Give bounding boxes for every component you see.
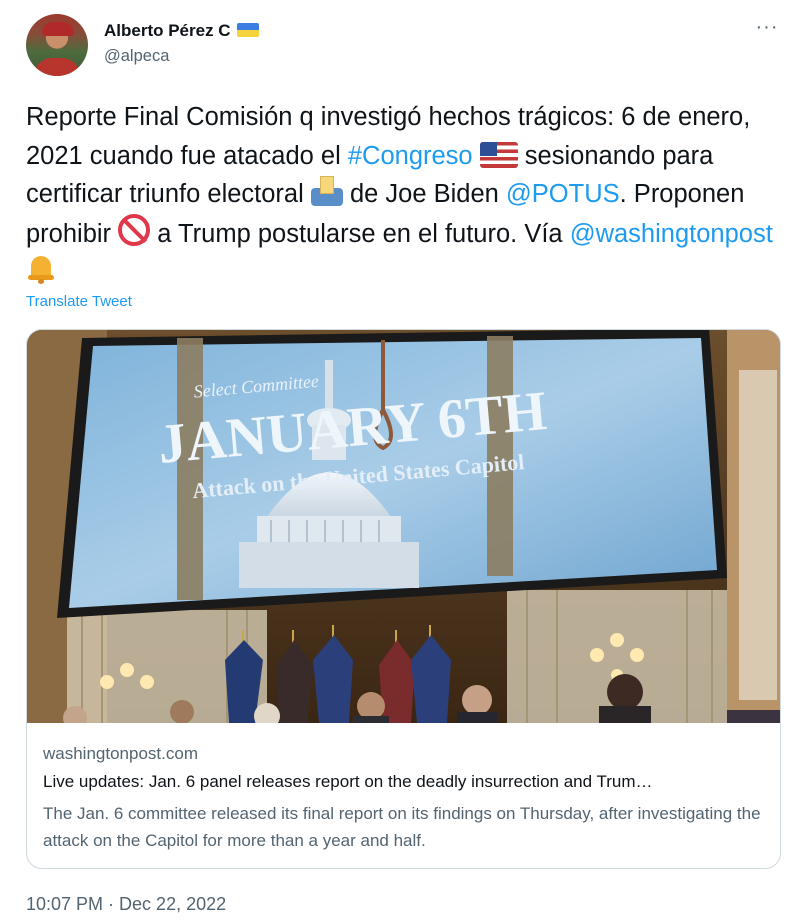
tweet-text-part: de Joe Biden — [342, 180, 506, 208]
mention-potus-link[interactable]: @POTUS — [506, 180, 620, 208]
mention-washingtonpost-link[interactable]: @washingtonpost — [570, 220, 773, 248]
link-card[interactable]: Select Committee JANUARY 6TH Attack on t… — [26, 329, 781, 869]
tweet-text: Reporte Final Comisión q investigó hecho… — [26, 98, 778, 292]
tweet-text-part: a Trump postularse en el futuro. Vía — [150, 219, 570, 248]
avatar[interactable] — [26, 14, 88, 76]
card-domain: washingtonpost.com — [43, 744, 198, 763]
cap-shape — [42, 22, 74, 36]
ukraine-flag-icon — [236, 23, 259, 37]
ellipsis-icon: ··· — [755, 16, 779, 38]
hashtag-congreso-link[interactable]: #Congreso — [348, 142, 473, 170]
author-name-text: Alberto Pérez C — [104, 21, 231, 40]
ballot-box-icon — [310, 176, 343, 206]
shirt-shape — [34, 58, 80, 76]
bell-icon — [26, 254, 56, 284]
card-image[interactable]: Select Committee JANUARY 6TH Attack on t… — [27, 330, 780, 723]
tweet-timestamp[interactable]: 10:07 PM · Dec 22, 2022 — [26, 894, 226, 915]
author-name[interactable]: Alberto Pérez C — [104, 21, 259, 41]
card-title: Live updates: Jan. 6 panel releases repo… — [43, 772, 653, 791]
translate-tweet-link[interactable]: Translate Tweet — [26, 293, 132, 310]
author-handle[interactable]: @alpeca — [104, 47, 169, 66]
us-flag-icon — [479, 141, 518, 168]
hearing-room-photo: Select Committee JANUARY 6TH Attack on t… — [27, 330, 780, 723]
card-description: The Jan. 6 committee released its final … — [43, 804, 761, 850]
prohibited-icon — [118, 213, 151, 246]
more-options-button[interactable]: ··· — [752, 16, 782, 42]
